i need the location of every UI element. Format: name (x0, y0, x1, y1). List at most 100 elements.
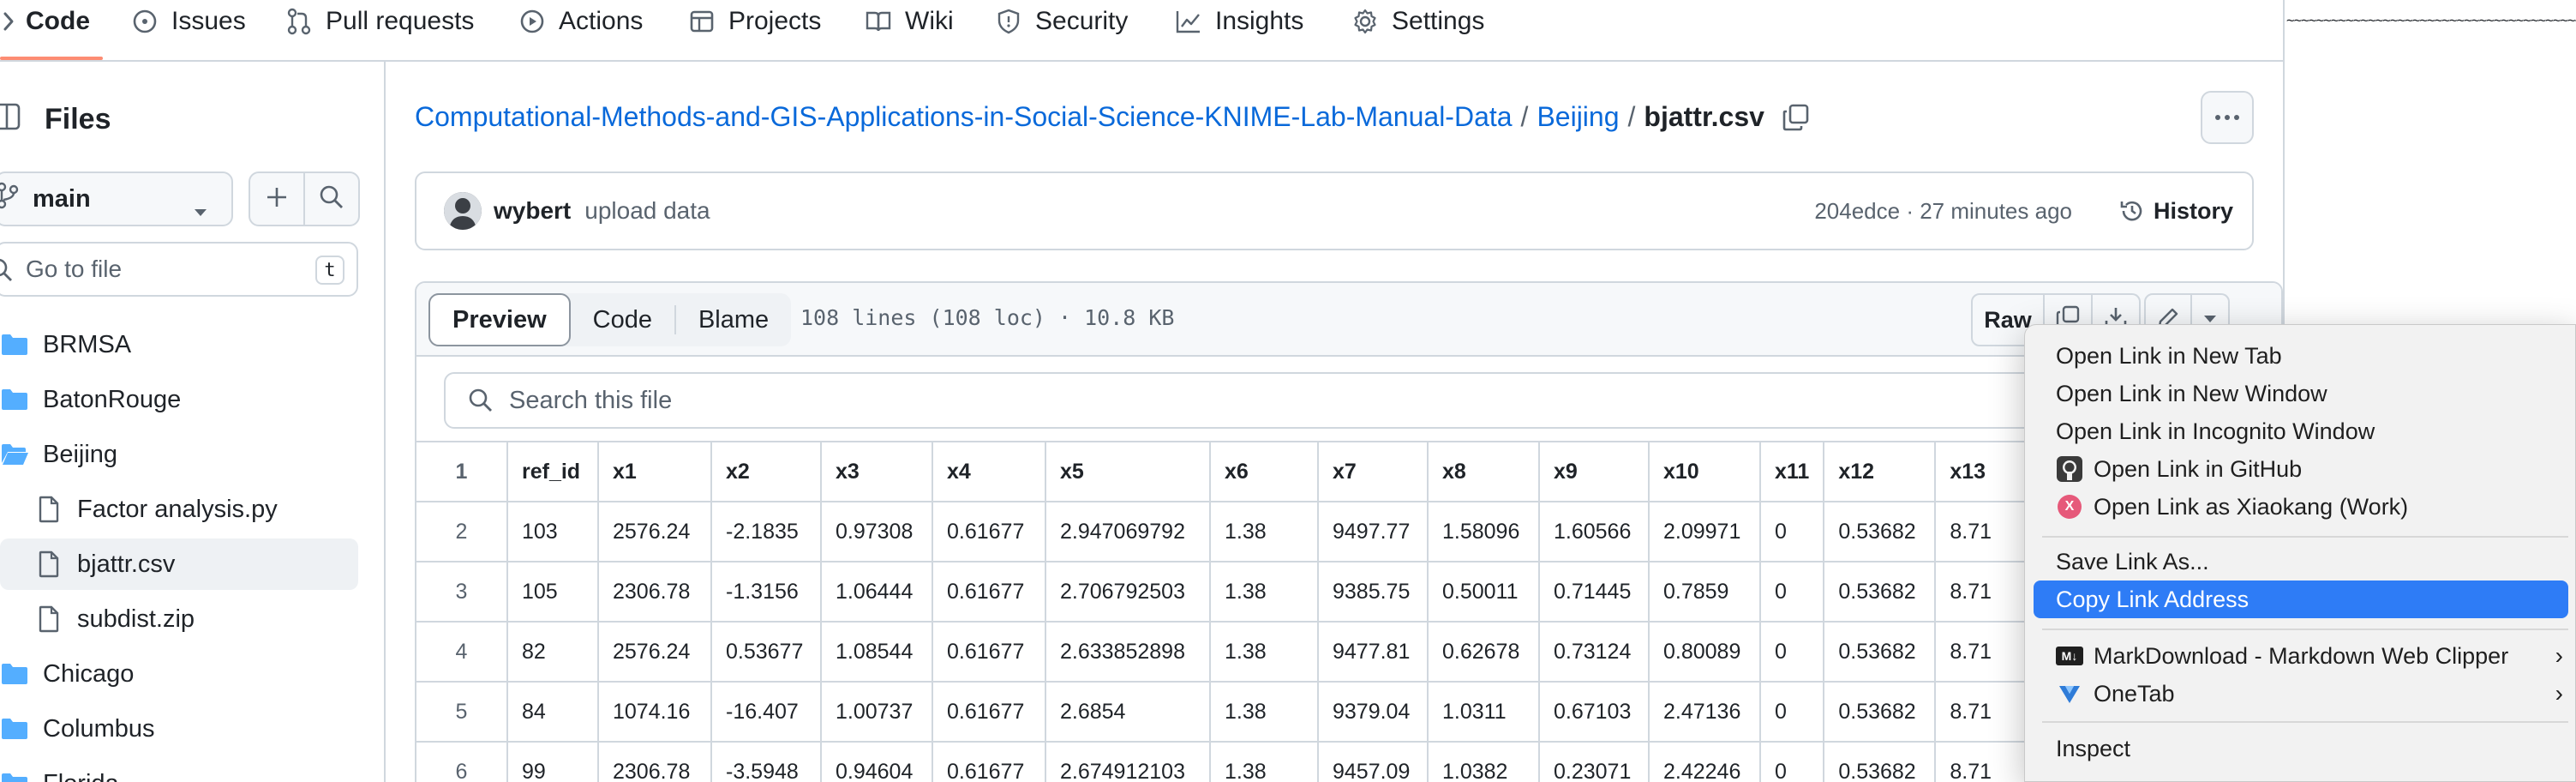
tab-issues[interactable]: Issues (130, 0, 246, 43)
table-row: 6 99 2306.78 -3.5948 0.94604 0.61677 2.6749121… (416, 741, 2031, 782)
branch-name: main (33, 184, 91, 213)
file-header: Preview Code Blame 108 lines (108 loc) ·… (416, 283, 2281, 357)
profile-badge-letter: X (2058, 495, 2082, 519)
column-header: x12 (1823, 441, 1937, 502)
menu-copy-link-address[interactable]: Copy Link Address (2034, 580, 2568, 618)
table-icon (687, 7, 716, 36)
menu-open-in-github[interactable]: Open Link in GitHub (2034, 450, 2576, 488)
table-cell: 2.47136 (1648, 681, 1761, 743)
markdownload-icon: M↓ (2056, 642, 2083, 670)
view-preview-button[interactable]: Preview (428, 293, 571, 346)
tree-item-label: Columbus (43, 714, 155, 743)
table-cell: 1.58096 (1427, 501, 1540, 562)
pull-request-icon (285, 7, 314, 36)
menu-save-link-as[interactable]: Save Link As... (2034, 543, 2576, 580)
line-number[interactable]: 4 (416, 621, 508, 683)
tree-folder-brmsa[interactable]: BRMSA (0, 319, 358, 370)
table-row: 2 103 2576.24 -2.1835 0.97308 0.61677 2.947069… (416, 501, 2031, 562)
tab-insights[interactable]: Insights (1174, 0, 1303, 43)
table-cell: 0.53682 (1823, 501, 1937, 562)
copy-path-icon[interactable] (1782, 103, 1811, 132)
tree-folder-chicago[interactable]: Chicago (0, 648, 358, 700)
menu-item-label: Open Link in GitHub (2094, 455, 2303, 482)
tree-item-label: subdist.zip (77, 605, 195, 633)
latest-commit-bar: wybert upload data 204edce · 27 minutes … (415, 171, 2254, 250)
tab-wiki[interactable]: Wiki (864, 0, 954, 43)
menu-open-as-profile[interactable]: X Open Link as Xiaokang (Work) (2034, 488, 2576, 526)
search-files-button[interactable] (303, 171, 360, 226)
tab-label: Insights (1215, 7, 1304, 35)
table-cell: 1.60566 (1538, 501, 1650, 562)
menu-open-new-window[interactable]: Open Link in New Window (2034, 375, 2576, 412)
tree-file-subdist-zip[interactable]: subdist.zip (0, 593, 358, 645)
file-icon (34, 605, 63, 633)
history-button[interactable]: History (2119, 198, 2233, 225)
table-cell: 9477.81 (1317, 621, 1429, 683)
menu-inspect[interactable]: Inspect (2034, 730, 2576, 767)
table-cell: 8.71 (1934, 741, 2031, 782)
commit-author[interactable]: wybert (494, 197, 571, 225)
tab-settings[interactable]: Settings (1351, 0, 1484, 43)
line-number[interactable]: 3 (416, 561, 508, 623)
tab-projects[interactable]: Projects (687, 0, 821, 43)
go-to-file-input[interactable]: Go to file t (0, 242, 358, 297)
menu-item-label: Save Link As... (2056, 548, 2209, 574)
sidebar-collapse-icon[interactable] (0, 99, 22, 138)
onetab-icon (2056, 680, 2083, 707)
view-blame-button[interactable]: Blame (676, 293, 791, 346)
tree-folder-florida[interactable]: Florida (0, 758, 358, 782)
table-cell: 2.947069792 (1045, 501, 1211, 562)
menu-open-incognito[interactable]: Open Link in Incognito Window (2034, 412, 2576, 450)
tab-actions[interactable]: Actions (518, 0, 643, 43)
avatar[interactable] (444, 192, 482, 230)
table-cell: 0.67103 (1538, 681, 1650, 743)
column-header: x7 (1317, 441, 1429, 502)
menu-open-new-tab[interactable]: Open Link in New Tab (2034, 337, 2576, 375)
search-icon (0, 256, 14, 282)
table-cell: 2.6854 (1045, 681, 1211, 743)
breadcrumb-repo-link[interactable]: Computational-Methods-and-GIS-Applicatio… (415, 101, 1513, 133)
view-mode-segmented-control: Preview Code Blame (428, 293, 792, 346)
tree-folder-beijing[interactable]: Beijing (0, 429, 358, 480)
go-to-file-placeholder: Go to file (26, 256, 123, 282)
file-icon (34, 550, 63, 578)
tree-file-factor-analysis[interactable]: Factor analysis.py (0, 484, 358, 535)
branch-selector[interactable]: main (0, 171, 233, 226)
line-number[interactable]: 2 (416, 501, 508, 562)
tree-item-label: BatonRouge (43, 385, 182, 413)
tab-pull-requests[interactable]: Pull requests (285, 0, 474, 43)
tab-label: Wiki (905, 7, 954, 35)
menu-item-label: Inspect (2056, 735, 2131, 761)
keyboard-shortcut-badge: t (315, 256, 344, 285)
table-cell: 2576.24 (597, 501, 712, 562)
folder-icon (0, 662, 29, 686)
menu-separator (2042, 536, 2568, 538)
add-file-button[interactable] (249, 171, 305, 226)
table-cell: 1.08544 (820, 621, 933, 683)
tree-file-bjattr-csv[interactable]: bjattr.csv (0, 538, 358, 590)
breadcrumb-folder-link[interactable]: Beijing (1537, 101, 1619, 133)
table-cell: 1.0311 (1427, 681, 1540, 743)
table-cell: 0.97308 (820, 501, 933, 562)
menu-markdownload[interactable]: M↓ MarkDownload - Markdown Web Clipper › (2034, 637, 2576, 675)
more-options-button[interactable] (2201, 91, 2254, 144)
tab-code[interactable]: Code (0, 0, 90, 43)
commit-meta[interactable]: 204edce · 27 minutes ago (1814, 198, 2072, 225)
view-code-button[interactable]: Code (571, 293, 674, 346)
commit-message[interactable]: upload data (584, 197, 710, 225)
tree-folder-batonrouge[interactable]: BatonRouge (0, 374, 358, 425)
graph-icon (1174, 7, 1203, 36)
search-this-file-input[interactable]: Search this file (444, 372, 2281, 429)
line-number[interactable]: 1 (416, 441, 508, 502)
table-cell: 2.09971 (1648, 501, 1761, 562)
tab-security[interactable]: Security (994, 0, 1128, 43)
tree-folder-columbus[interactable]: Columbus (0, 703, 358, 755)
column-header: x9 (1538, 441, 1650, 502)
line-number[interactable]: 6 (416, 741, 508, 782)
breadcrumb-separator: / (1627, 101, 1636, 132)
menu-onetab[interactable]: OneTab › (2034, 675, 2576, 713)
tree-item-label: bjattr.csv (77, 550, 176, 578)
file-icon (34, 496, 63, 523)
kebab-horizontal-icon (2214, 110, 2240, 125)
line-number[interactable]: 5 (416, 681, 508, 743)
